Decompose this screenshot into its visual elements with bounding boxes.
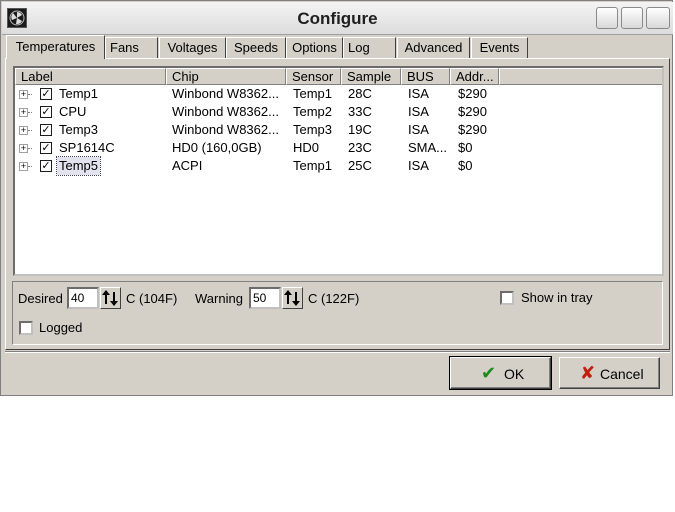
row-sample: 19C (348, 122, 372, 137)
desired-label: Desired (18, 291, 63, 306)
tab-events[interactable]: Events (471, 37, 528, 58)
tab-temperatures[interactable]: Temperatures (6, 35, 105, 59)
row-chip: Winbond W8362... (172, 122, 279, 137)
row-addr: $290 (458, 86, 487, 101)
table-row-selected[interactable]: + ✓ Temp5 ACPI Temp1 25C ISA $0 (15, 156, 662, 176)
column-header-label[interactable]: Label (15, 68, 166, 85)
row-checkbox[interactable]: ✓ (40, 106, 52, 118)
row-label: Temp3 (59, 122, 99, 137)
row-sample: 25C (348, 158, 372, 173)
title-bar[interactable]: Configure (2, 2, 673, 35)
table-row[interactable]: + ✓ CPU Winbond W8362... Temp2 33C ISA $… (15, 103, 662, 121)
row-sample: 23C (348, 140, 372, 155)
x-icon: ✘ (580, 363, 596, 383)
column-header-filler (499, 68, 662, 85)
row-label: Temp1 (59, 86, 99, 101)
configure-window: Configure Temperatures Fans Voltages Spe… (0, 0, 673, 396)
warning-input[interactable]: 50 (249, 287, 281, 309)
row-sensor: Temp2 (293, 104, 333, 119)
row-sensor: HD0 (293, 140, 320, 155)
row-bus: ISA (408, 158, 429, 173)
column-header-sample[interactable]: Sample (341, 68, 401, 85)
minimize-button[interactable] (596, 7, 618, 29)
column-header-chip[interactable]: Chip (166, 68, 286, 85)
row-chip: ACPI (172, 158, 203, 173)
expand-icon[interactable]: + (19, 126, 32, 135)
expand-icon[interactable]: + (19, 108, 32, 117)
cancel-button[interactable]: ✘ Cancel (559, 357, 660, 389)
tab-fans[interactable]: Fans (105, 37, 158, 58)
tab-voltages[interactable]: Voltages (159, 37, 226, 58)
warning-unit: C (122F) (308, 291, 360, 306)
ok-button[interactable]: ✔ OK (449, 356, 552, 390)
row-addr: $0 (458, 140, 473, 155)
spin-arrows-icon (102, 290, 118, 306)
spin-arrows-icon (284, 290, 300, 306)
table-row[interactable]: + ✓ Temp1 Winbond W8362... Temp1 28C ISA… (15, 85, 662, 103)
expand-icon[interactable]: + (19, 144, 32, 153)
expand-icon[interactable]: + (19, 90, 32, 99)
row-addr: $0 (458, 158, 473, 173)
row-chip: Winbond W8362... (172, 86, 279, 101)
row-checkbox[interactable]: ✓ (40, 88, 52, 100)
row-label: Temp5 (55, 156, 102, 176)
row-sensor: Temp1 (293, 158, 333, 173)
desired-input[interactable]: 40 (67, 287, 99, 309)
desired-unit: C (104F) (126, 291, 178, 306)
row-checkbox[interactable]: ✓ (40, 160, 52, 172)
checkmark-icon: ✔ (481, 363, 497, 383)
sensor-list[interactable]: Label Chip Sensor Sample BUS Addr... + ✓… (13, 66, 664, 276)
column-header-sensor[interactable]: Sensor (286, 68, 341, 85)
row-bus: ISA (408, 104, 429, 119)
close-button[interactable] (646, 7, 670, 29)
show-in-tray-label[interactable]: Show in tray (521, 290, 593, 305)
expand-icon[interactable]: + (19, 162, 32, 171)
maximize-button[interactable] (621, 7, 643, 29)
logged-label[interactable]: Logged (39, 320, 82, 335)
tab-options[interactable]: Options (286, 37, 343, 58)
row-addr: $290 (458, 122, 487, 137)
table-row[interactable]: + ✓ SP1614C HD0 (160,0GB) HD0 23C SMA...… (15, 139, 662, 157)
row-label: CPU (59, 104, 87, 119)
show-in-tray-checkbox[interactable] (500, 291, 514, 305)
row-checkbox[interactable]: ✓ (40, 142, 52, 154)
row-chip: HD0 (160,0GB) (172, 140, 262, 155)
list-header: Label Chip Sensor Sample BUS Addr... (15, 68, 662, 85)
row-chip: Winbond W8362... (172, 104, 279, 119)
row-bus: SMA... (408, 140, 448, 155)
column-header-bus[interactable]: BUS (401, 68, 450, 85)
table-row[interactable]: + ✓ Temp3 Winbond W8362... Temp3 19C ISA… (15, 121, 662, 139)
row-addr: $290 (458, 104, 487, 119)
button-separator (5, 351, 670, 353)
row-bus: ISA (408, 86, 429, 101)
tab-strip: Temperatures Fans Voltages Speeds Option… (6, 35, 671, 59)
tab-advanced[interactable]: Advanced (397, 37, 470, 58)
tab-speeds[interactable]: Speeds (226, 37, 286, 58)
warning-spin-button[interactable] (282, 287, 303, 309)
column-header-addr[interactable]: Addr... (450, 68, 499, 85)
ok-label: OK (504, 366, 525, 382)
row-sensor: Temp3 (293, 122, 333, 137)
row-sensor: Temp1 (293, 86, 333, 101)
row-label: SP1614C (59, 140, 115, 155)
logged-checkbox[interactable] (19, 321, 33, 335)
tab-log[interactable]: Log (343, 37, 396, 58)
desired-spin-button[interactable] (100, 287, 121, 309)
row-sample: 33C (348, 104, 372, 119)
row-bus: ISA (408, 122, 429, 137)
warning-label: Warning (195, 291, 243, 306)
cancel-label: Cancel (600, 366, 644, 382)
row-sample: 28C (348, 86, 372, 101)
row-checkbox[interactable]: ✓ (40, 124, 52, 136)
window-title: Configure (297, 9, 378, 28)
